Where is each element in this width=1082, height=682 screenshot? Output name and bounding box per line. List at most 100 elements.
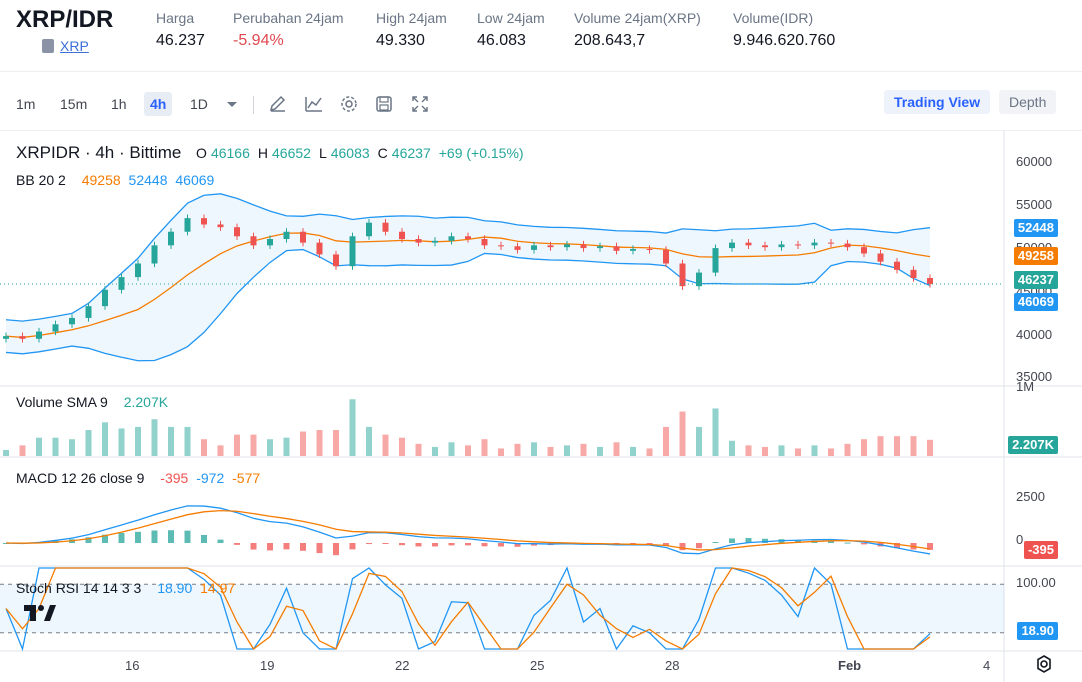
candle-body xyxy=(597,246,603,249)
stoch-top-tick: 100.00 xyxy=(1016,575,1056,590)
timeframe-1h[interactable]: 1h xyxy=(105,92,133,116)
volume-bar xyxy=(531,442,537,456)
volume-bar xyxy=(217,445,224,456)
fullscreen-icon[interactable] xyxy=(410,94,430,114)
volume-bar xyxy=(415,443,422,456)
volume-bar xyxy=(316,430,323,456)
coin-link[interactable]: XRP xyxy=(42,38,89,54)
macd-tick: 2500 xyxy=(1016,489,1045,504)
candle-body xyxy=(729,242,735,249)
volume-bar xyxy=(448,442,455,456)
volume-bar xyxy=(877,436,884,456)
macd-histogram-bar xyxy=(316,543,323,554)
candle-body xyxy=(234,227,240,237)
stat-label: High 24jam xyxy=(376,10,447,26)
macd-histogram-bar xyxy=(184,530,191,543)
symbol-label: XRPIDR · 4h · Bittime xyxy=(16,143,182,162)
date-tick: 25 xyxy=(530,658,545,673)
candle-body xyxy=(762,245,768,248)
candle-body xyxy=(168,231,174,246)
candle-body xyxy=(366,222,372,237)
price-tick: 55000 xyxy=(1016,197,1053,212)
stoch-legend[interactable]: Stoch RSI 14 14 3 3 18.90 14.97 xyxy=(16,580,239,596)
stat-high: High 24jam 49.330 xyxy=(376,10,447,50)
coin-icon xyxy=(42,39,54,53)
bb-upper-value: 52448 xyxy=(128,172,168,188)
candle-body xyxy=(646,248,653,250)
candle-body xyxy=(894,261,900,270)
macd-histogram-bar xyxy=(366,543,372,545)
candle-body xyxy=(514,246,521,250)
tab-depth[interactable]: Depth xyxy=(999,90,1057,114)
volume-bar xyxy=(151,419,158,456)
volume-bar xyxy=(118,428,125,456)
volume-bar xyxy=(19,445,26,456)
volume-bar xyxy=(514,443,521,456)
timeframe-1d[interactable]: 1D xyxy=(184,92,214,116)
candle-body xyxy=(135,263,141,278)
ohlc-values: O 46166 H 46652 L 46083 C 46237 +69 (+0.15%) xyxy=(196,145,524,161)
macd-histogram-bar xyxy=(844,542,851,544)
timeframe-15m[interactable]: 15m xyxy=(54,92,93,116)
settings-icon[interactable] xyxy=(339,94,359,114)
chart-settings-icon[interactable] xyxy=(1034,654,1054,674)
candle-body xyxy=(3,336,9,339)
candle-body xyxy=(36,331,42,339)
bb-upper-tag: 52448 xyxy=(1013,219,1058,237)
indicator-icon[interactable] xyxy=(304,94,324,114)
volume-value: 2.207K xyxy=(123,394,169,410)
stoch-d-value: 14.97 xyxy=(200,580,236,596)
macd-histogram-bar xyxy=(234,543,240,545)
timeframe-4h[interactable]: 4h xyxy=(144,92,173,116)
macd-line xyxy=(5,505,931,555)
candle-body xyxy=(267,239,273,246)
candle-body xyxy=(663,249,669,264)
volume-bar xyxy=(349,399,356,456)
volume-label: Volume SMA 9 xyxy=(16,394,108,410)
toolbar-divider xyxy=(253,96,254,114)
tab-trading-view[interactable]: Trading View xyxy=(884,90,991,114)
macd-hist-value: -395 xyxy=(160,470,189,486)
save-icon[interactable] xyxy=(374,94,394,114)
volume-bar xyxy=(894,436,900,456)
candle-body xyxy=(184,218,191,232)
volume-bar xyxy=(267,439,273,456)
macd-histogram-bar xyxy=(861,543,867,545)
chevron-down-icon[interactable] xyxy=(222,94,242,114)
chart-container[interactable]: XRPIDR · 4h · Bittime O 46166 H 46652 L 46083… xyxy=(0,130,1082,682)
candle-body xyxy=(19,336,26,339)
volume-bar xyxy=(36,437,42,456)
macd-histogram-bar xyxy=(448,543,455,546)
candle-body xyxy=(910,269,917,279)
macd-histogram-bar xyxy=(349,543,356,550)
candle-body xyxy=(828,242,834,244)
volume-bar xyxy=(580,443,587,456)
candle-body xyxy=(52,324,59,332)
bb-legend[interactable]: BB 20 2 49258 52448 46069 xyxy=(16,172,218,188)
date-tick: 22 xyxy=(395,658,410,673)
volume-bar xyxy=(646,448,653,456)
volume-bar xyxy=(382,434,389,456)
candle-body xyxy=(547,245,554,248)
macd-legend[interactable]: MACD 12 26 close 9 -395 -972 -577 xyxy=(16,470,264,486)
candle-body xyxy=(564,244,570,248)
chart-toolbar: 1m 15m 1h 4h 1D Trading View Depth xyxy=(0,86,1082,122)
candle-body xyxy=(795,244,801,246)
candle-body xyxy=(432,240,438,243)
candle-body xyxy=(877,253,884,262)
stoch-label: Stoch RSI 14 14 3 3 xyxy=(16,580,142,596)
stat-value: -5.94% xyxy=(233,32,284,49)
volume-bar xyxy=(333,430,339,456)
macd-histogram-bar xyxy=(168,530,174,543)
macd-histogram-bar xyxy=(217,539,224,543)
draw-icon[interactable] xyxy=(268,94,288,114)
date-tick: 4 xyxy=(983,658,991,673)
coin-link-label[interactable]: XRP xyxy=(60,38,89,54)
volume-legend[interactable]: Volume SMA 9 2.207K xyxy=(16,394,172,410)
candle-body xyxy=(102,289,108,307)
timeframe-1m[interactable]: 1m xyxy=(10,92,41,116)
low-value: 46083 xyxy=(330,145,370,161)
volume-bar xyxy=(679,411,686,456)
volume-bar xyxy=(135,426,141,456)
candle-body xyxy=(580,244,587,249)
